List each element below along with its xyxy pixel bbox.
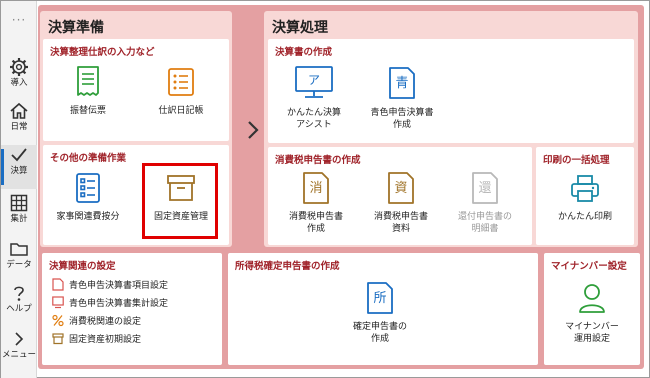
panel-title: 決算関連の設定 xyxy=(49,261,116,272)
document-icon: 資 xyxy=(388,172,414,204)
sidebar-item-label: 決算 xyxy=(10,166,28,176)
fixed-asset-initial-settings-link[interactable]: 固定資産初期設定 xyxy=(52,331,141,346)
svg-text:ア: ア xyxy=(308,73,320,87)
easy-print-button[interactable]: かんたん印刷 xyxy=(545,173,625,223)
highlight-frame xyxy=(142,163,218,239)
sidebar-item-label: メニュー xyxy=(1,350,36,360)
my-number-panel: マイナンバー設定 マイナンバー 運用設定 xyxy=(544,253,640,365)
folder-icon xyxy=(10,243,28,256)
sidebar-item-label: 日常 xyxy=(10,122,28,132)
svg-text:消: 消 xyxy=(309,181,322,196)
svg-text:青: 青 xyxy=(395,76,408,91)
sidebar-item-label: ヘルプ xyxy=(6,304,32,314)
gear-icon xyxy=(10,58,28,76)
document-icon: 青 xyxy=(389,67,415,99)
consumption-tax-materials-button[interactable]: 資 消費税申告書 資料 xyxy=(361,171,441,235)
checklist-icon xyxy=(76,173,100,203)
check-icon xyxy=(11,148,27,162)
sidebar-item-daily[interactable]: 日常 xyxy=(1,101,37,145)
easy-closing-assist-button[interactable]: ア かんたん決算 アシスト xyxy=(274,65,354,131)
blue-return-statement-button[interactable]: 青 青色申告決算書 作成 xyxy=(362,65,442,131)
person-icon xyxy=(579,284,605,313)
document-icon: 所 xyxy=(367,282,393,314)
screen-edit-icon xyxy=(52,296,64,309)
blue-return-summary-settings-link[interactable]: 青色申告決算書集計設定 xyxy=(52,295,168,310)
panel-title: 決算書の作成 xyxy=(275,47,333,58)
panel-title: その他の準備作業 xyxy=(50,153,127,164)
consumption-tax-create-button[interactable]: 消 消費税申告書 作成 xyxy=(276,171,356,235)
home-icon xyxy=(10,102,28,119)
sidebar-item-help[interactable]: ヘルプ xyxy=(1,283,37,327)
refund-detail-button[interactable]: 還 還付申告書の 明細書 xyxy=(445,171,525,235)
svg-text:資: 資 xyxy=(394,181,407,196)
help-icon xyxy=(14,286,24,301)
final-return-create-button[interactable]: 所 確定申告書の 作成 xyxy=(340,281,420,345)
chevron-right-icon xyxy=(15,332,24,346)
sidebar-item-label: 集計 xyxy=(10,214,28,224)
closing-settings-panel: 決算関連の設定 青色申告決算書項目設定 青色申告決算書集計設定 消費税関連の設定… xyxy=(42,253,222,365)
printer-icon xyxy=(571,175,599,202)
panel-title: 決算整理仕訳の入力など xyxy=(50,47,155,58)
batch-print-panel: 印刷の一括処理 かんたん印刷 xyxy=(536,147,634,245)
sidebar-item-label: 導入 xyxy=(10,78,28,88)
journal-book-button[interactable]: 仕訳日記帳 xyxy=(141,65,221,117)
panel-title: 消費税申告書の作成 xyxy=(275,155,361,166)
transfer-slip-button[interactable]: 振替伝票 xyxy=(48,65,128,117)
statement-create-panel: 決算書の作成 ア かんたん決算 アシスト 青 青色申告決算書 作成 xyxy=(268,39,634,143)
chevron-right-icon xyxy=(248,121,259,139)
income-tax-return-panel: 所得税確定申告書の作成 所 確定申告書の 作成 xyxy=(228,253,538,365)
percent-icon xyxy=(52,314,64,327)
sidebar: ··· 導入 日常 決算 集計 データ ヘルプ メニュー xyxy=(1,1,37,378)
adjustment-entry-panel: 決算整理仕訳の入力など 振替伝票 仕訳日記帳 xyxy=(43,39,229,141)
sidebar-item-setup[interactable]: 導入 xyxy=(1,57,37,101)
svg-text:所: 所 xyxy=(373,291,386,306)
section-title: 決算準備 xyxy=(48,20,104,36)
document-icon: 還 xyxy=(472,172,498,204)
document-edit-icon xyxy=(52,278,64,291)
monitor-icon: ア xyxy=(295,66,333,98)
panel-title: マイナンバー設定 xyxy=(551,261,627,272)
sidebar-item-label: データ xyxy=(6,260,32,270)
closing-process-section: 決算処理 決算書の作成 ア かんたん決算 アシスト 青 青色申告決算書 作成 消… xyxy=(264,11,638,247)
section-title: 決算処理 xyxy=(272,20,328,36)
table-icon xyxy=(10,194,28,212)
consumption-tax-panel: 消費税申告書の作成 消 消費税申告書 作成 資 消費税申告書 資料 還 還付申告… xyxy=(268,147,532,245)
svg-text:還: 還 xyxy=(478,181,491,196)
my-number-operation-settings-button[interactable]: マイナンバー 運用設定 xyxy=(552,281,632,345)
sidebar-item-summary[interactable]: 集計 xyxy=(1,193,37,237)
sidebar-item-data[interactable]: データ xyxy=(1,239,37,283)
panel-title: 印刷の一括処理 xyxy=(543,155,610,166)
blue-return-item-settings-link[interactable]: 青色申告決算書項目設定 xyxy=(52,277,168,292)
panel-title: 所得税確定申告書の作成 xyxy=(235,261,340,272)
more-dots-icon[interactable]: ··· xyxy=(7,14,31,26)
sidebar-item-closing[interactable]: 決算 xyxy=(1,145,37,189)
consumption-tax-settings-link[interactable]: 消費税関連の設定 xyxy=(52,313,141,328)
next-arrow-button[interactable] xyxy=(242,117,264,143)
box-small-icon xyxy=(52,333,64,345)
app-window: ··· 導入 日常 決算 集計 データ ヘルプ メニュー 決算準備 決算整理仕訳… xyxy=(0,0,650,378)
household-allocation-button[interactable]: 家事関連費按分 xyxy=(48,171,128,223)
receipt-icon xyxy=(77,66,99,96)
main-panel: 決算準備 決算整理仕訳の入力など 振替伝票 仕訳日記帳 その他の準備作業 家事関… xyxy=(38,5,644,369)
sidebar-item-menu[interactable]: メニュー xyxy=(1,329,37,373)
document-icon: 消 xyxy=(303,172,329,204)
journal-list-icon xyxy=(168,68,194,96)
